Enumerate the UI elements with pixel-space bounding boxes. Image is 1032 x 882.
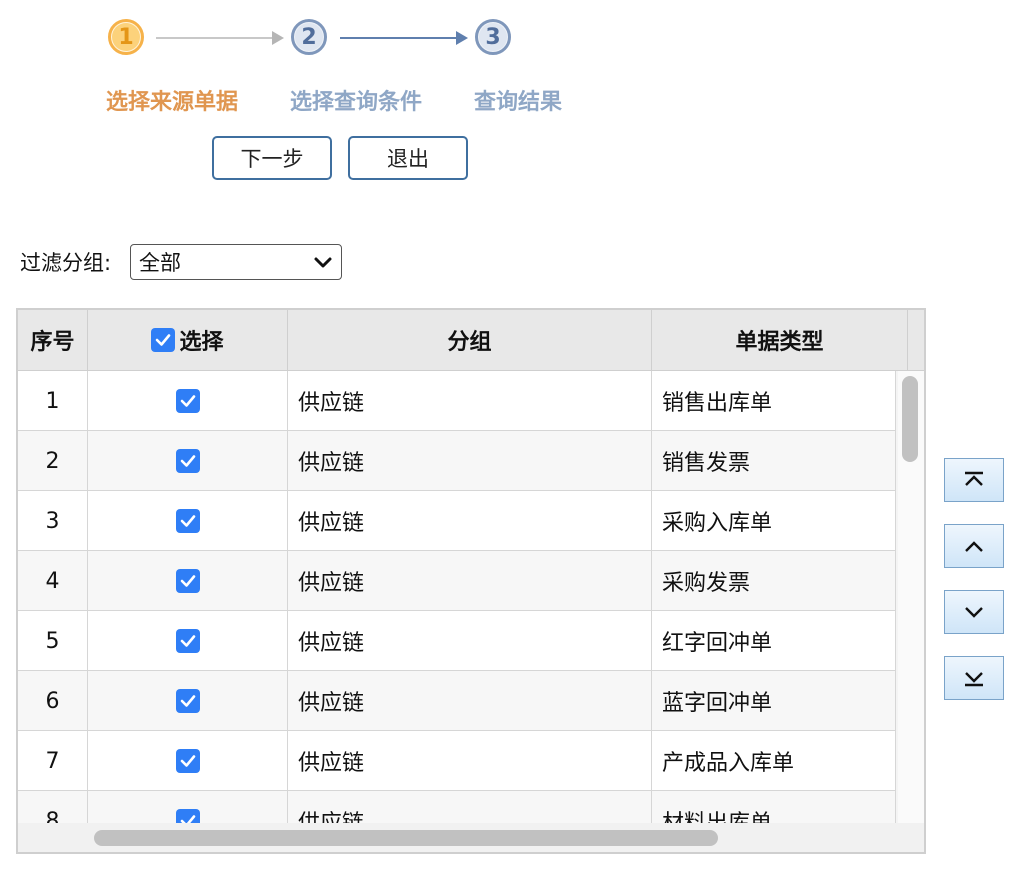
row-checkbox[interactable] (175, 809, 200, 823)
row-checkbox[interactable] (175, 689, 200, 713)
column-header-select-label: 选择 (179, 330, 224, 355)
row-group: 供应链 (288, 611, 652, 671)
column-header-select[interactable]: 选择 (88, 310, 288, 370)
checkmark-icon (180, 575, 195, 587)
row-index: 5 (18, 611, 88, 671)
step-1-circle: 1 (108, 19, 144, 55)
row-checkbox[interactable] (175, 569, 200, 593)
checkmark-icon (180, 395, 195, 407)
row-select (88, 731, 288, 791)
checkmark-icon (156, 334, 171, 346)
row-select (88, 431, 288, 491)
row-doc-type: 采购入库单 (652, 491, 896, 551)
table-row[interactable]: 2 供应链 销售发票 (18, 431, 896, 491)
next-step-button[interactable]: 下一步 (212, 136, 332, 180)
move-top-button[interactable] (944, 458, 1004, 502)
vertical-scrollbar-thumb[interactable] (902, 376, 918, 462)
row-index: 2 (18, 431, 88, 491)
row-select (88, 611, 288, 671)
row-select (88, 371, 288, 431)
checkmark-icon (180, 635, 195, 647)
row-select (88, 791, 288, 823)
filter-group-label: 过滤分组: (20, 251, 112, 275)
move-up-button[interactable] (944, 524, 1004, 568)
step-2-circle: 2 (291, 19, 327, 55)
row-index: 8 (18, 791, 88, 823)
source-doc-grid: 序号 选择 分组 单据类型 1 供应链 销售出库单 2 供应链 销售发票 3 供应链 采购入库单… (16, 308, 926, 854)
exit-button[interactable]: 退出 (348, 136, 468, 180)
step-connector-1 (156, 37, 274, 39)
row-index: 6 (18, 671, 88, 731)
row-checkbox[interactable] (175, 449, 200, 473)
step-1-number: 1 (118, 24, 134, 50)
step-3-circle: 3 (475, 19, 511, 55)
column-header-index[interactable]: 序号 (18, 310, 88, 370)
row-select (88, 551, 288, 611)
move-bottom-button[interactable] (944, 656, 1004, 700)
table-row[interactable]: 6 供应链 蓝字回冲单 (18, 671, 896, 731)
row-checkbox[interactable] (175, 389, 200, 413)
table-row[interactable]: 1 供应链 销售出库单 (18, 371, 896, 431)
row-index: 4 (18, 551, 88, 611)
step-2-label: 选择查询条件 (290, 90, 423, 115)
table-row[interactable]: 3 供应链 采购入库单 (18, 491, 896, 551)
row-group: 供应链 (288, 731, 652, 791)
column-header-doc-type[interactable]: 单据类型 (652, 310, 908, 370)
arrow-right-icon (456, 31, 468, 45)
move-up-icon (965, 541, 983, 552)
move-down-icon (965, 607, 983, 618)
row-doc-type: 销售发票 (652, 431, 896, 491)
row-doc-type: 销售出库单 (652, 371, 896, 431)
row-select (88, 671, 288, 731)
page: 1 2 3 选择来源单据 选择查询条件 查询结果 下一步 退出 过滤分组: 全部… (0, 0, 1032, 882)
table-row[interactable]: 5 供应链 红字回冲单 (18, 611, 896, 671)
row-index: 3 (18, 491, 88, 551)
step-3-number: 3 (485, 24, 501, 50)
row-group: 供应链 (288, 791, 652, 823)
horizontal-scrollbar-thumb[interactable] (94, 830, 718, 846)
step-3-label: 查询结果 (474, 90, 563, 115)
filter-group-select[interactable]: 全部 (130, 244, 342, 280)
table-row[interactable]: 7 供应链 产成品入库单 (18, 731, 896, 791)
move-bottom-icon (965, 672, 983, 687)
move-down-button[interactable] (944, 590, 1004, 634)
step-1-label: 选择来源单据 (106, 90, 239, 115)
chevron-down-icon (313, 253, 333, 278)
arrow-right-icon (272, 31, 284, 45)
row-index: 7 (18, 731, 88, 791)
row-doc-type: 蓝字回冲单 (652, 671, 896, 731)
row-doc-type: 材料出库单 (652, 791, 896, 823)
step-connector-2 (340, 37, 458, 39)
checkmark-icon (180, 695, 195, 707)
row-checkbox[interactable] (175, 629, 200, 653)
checkmark-icon (180, 455, 195, 467)
row-group: 供应链 (288, 671, 652, 731)
table-row[interactable]: 8 供应链材料出库单 (18, 791, 896, 823)
checkmark-icon (180, 755, 195, 767)
row-checkbox[interactable] (175, 509, 200, 533)
row-group: 供应链 (288, 551, 652, 611)
select-all-checkbox[interactable] (151, 328, 176, 352)
row-doc-type: 采购发票 (652, 551, 896, 611)
table-row[interactable]: 4 供应链 采购发票 (18, 551, 896, 611)
move-top-icon (965, 471, 983, 486)
row-group: 供应链 (288, 491, 652, 551)
grid-body: 1 供应链 销售出库单 2 供应链 销售发票 3 供应链 采购入库单 4 供应链 采购发票 5 供应链 红字… (18, 371, 896, 823)
grid-header: 序号 选择 分组 单据类型 (18, 310, 924, 371)
filter-group-selected: 全部 (139, 251, 181, 275)
checkmark-icon (180, 815, 195, 823)
row-doc-type: 产成品入库单 (652, 731, 896, 791)
row-index: 1 (18, 371, 88, 431)
row-checkbox[interactable] (175, 749, 200, 773)
column-header-group[interactable]: 分组 (288, 310, 652, 370)
row-group: 供应链 (288, 371, 652, 431)
row-doc-type: 红字回冲单 (652, 611, 896, 671)
row-group: 供应链 (288, 431, 652, 491)
step-2-number: 2 (301, 24, 317, 50)
row-select (88, 491, 288, 551)
checkmark-icon (180, 515, 195, 527)
